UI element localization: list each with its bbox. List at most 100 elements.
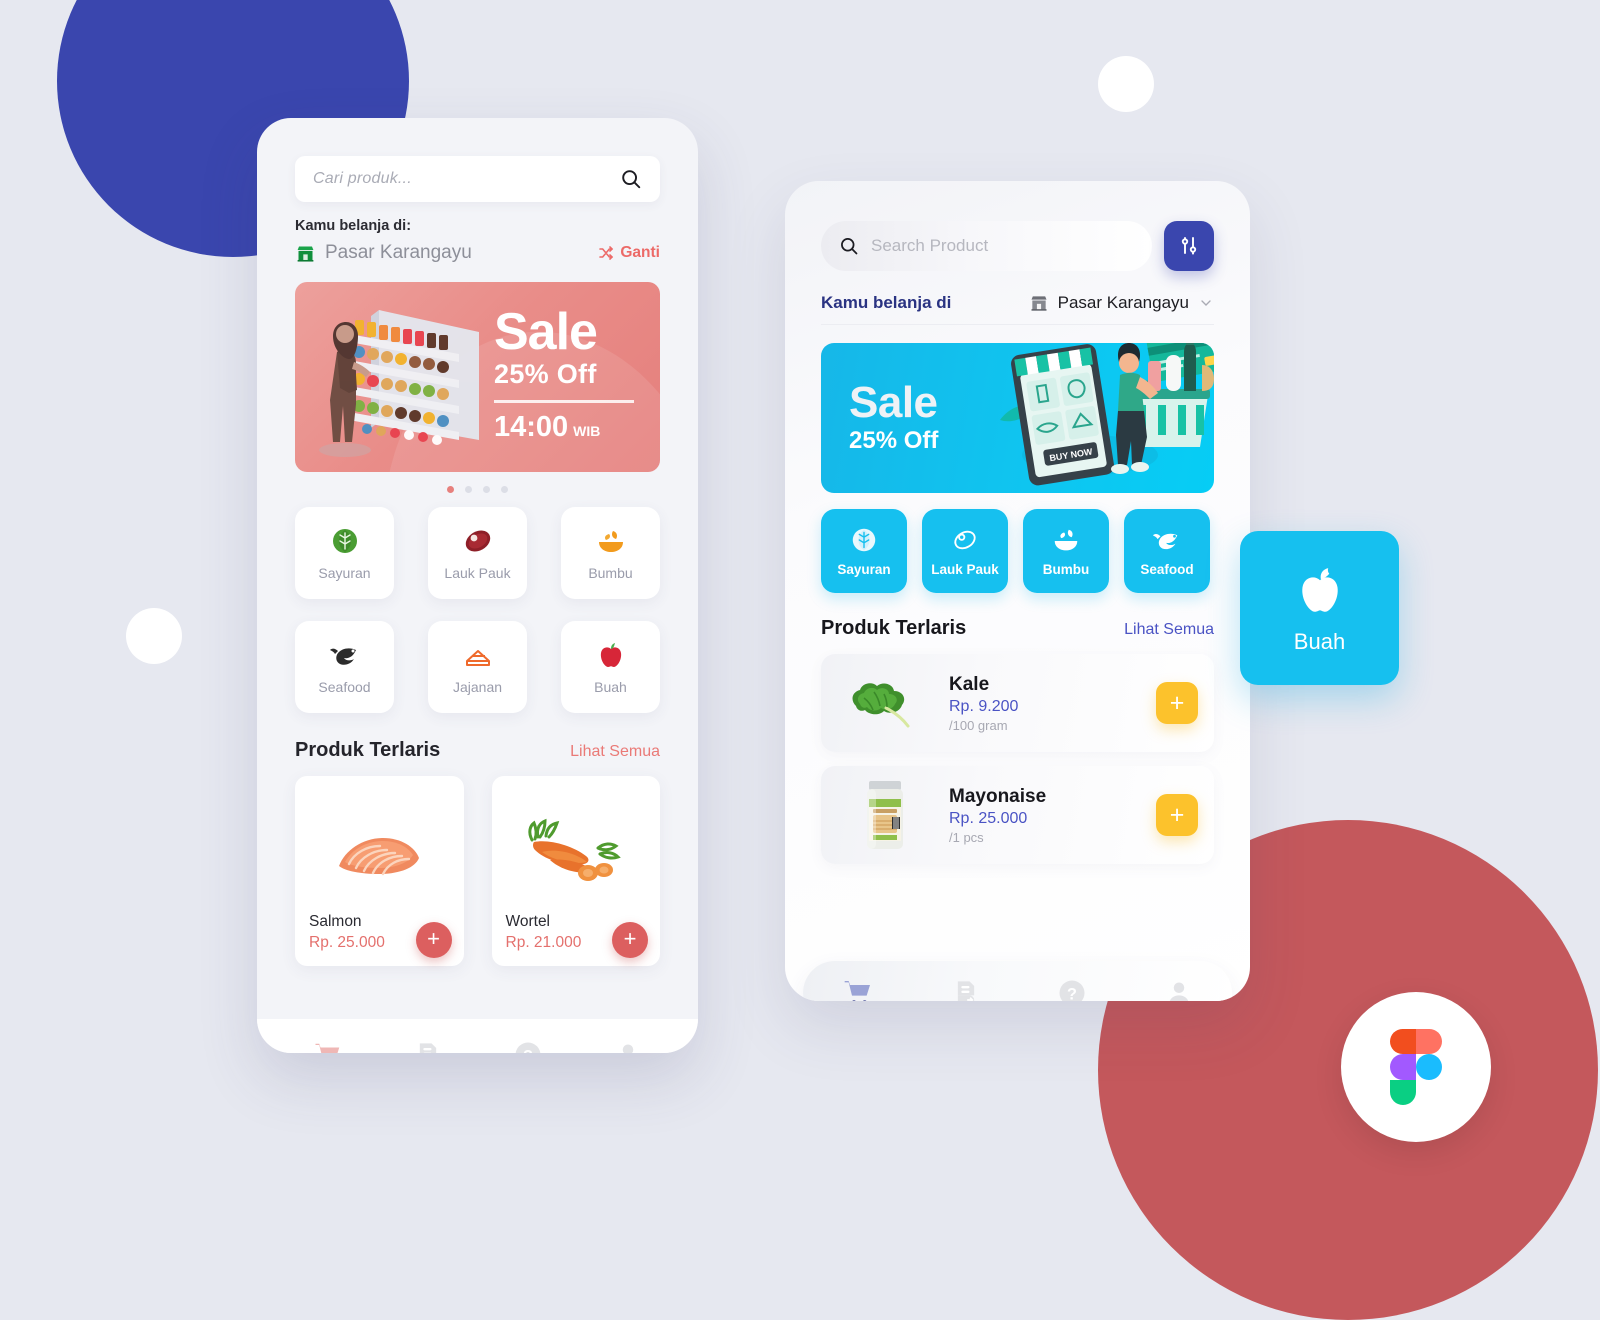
category-bumbu[interactable]: Bumbu xyxy=(1023,509,1109,593)
person-icon[interactable] xyxy=(1165,979,1193,1001)
left-screen: Cari produk... Kamu belanja di: Pasar Ka… xyxy=(257,156,698,1053)
product-row-mayonaise[interactable]: Mayonaise Rp. 25.000 /1 pcs + xyxy=(821,766,1214,864)
category-lauk-pauk[interactable]: Lauk Pauk xyxy=(922,509,1008,593)
product-card-wortel[interactable]: Wortel Rp. 21.000 + xyxy=(492,776,661,966)
category-grid: Sayuran Lauk Pauk Bumbu Seafood Jajanan xyxy=(295,507,660,713)
question-circle-icon[interactable]: ? xyxy=(513,1040,543,1053)
sliders-icon xyxy=(1177,234,1201,258)
add-to-cart-button[interactable]: + xyxy=(416,922,452,958)
figma-logo-icon xyxy=(1390,1029,1442,1105)
store-row: Pasar Karangayu Ganti xyxy=(295,242,660,264)
add-to-cart-button[interactable]: + xyxy=(1156,794,1198,836)
see-all-link[interactable]: Lihat Semua xyxy=(570,743,660,761)
change-store-label: Ganti xyxy=(620,244,660,262)
category-label: Buah xyxy=(594,679,627,695)
product-price: Rp. 9.200 xyxy=(949,698,1140,716)
product-name: Kale xyxy=(949,674,1140,696)
carousel-dot-2[interactable] xyxy=(465,486,472,493)
phone-mockup-right: Search Product Kamu belanja di Pasar Kar… xyxy=(785,181,1250,1001)
shuffle-icon xyxy=(598,245,614,261)
svg-text:?: ? xyxy=(523,1047,533,1053)
category-label: Sayuran xyxy=(318,565,370,581)
store-name: Pasar Karangayu xyxy=(325,242,598,264)
carousel-dot-4[interactable] xyxy=(501,486,508,493)
search-placeholder: Search Product xyxy=(871,236,988,256)
promo-banner-sale[interactable]: Sale 25% Off xyxy=(821,343,1214,493)
banner-title: Sale xyxy=(849,381,938,425)
category-sayuran[interactable]: Sayuran xyxy=(295,507,394,599)
category-seafood[interactable]: Seafood xyxy=(1124,509,1210,593)
salmon-photo xyxy=(309,790,450,913)
store-picker[interactable]: Pasar Karangayu xyxy=(1029,293,1214,313)
filter-button[interactable] xyxy=(1164,221,1214,271)
shopping-cart-icon[interactable] xyxy=(313,1040,343,1053)
category-jajanan[interactable]: Jajanan xyxy=(428,621,527,713)
carousel-dot-3[interactable] xyxy=(483,486,490,493)
banner-subtitle: 25% Off xyxy=(494,359,634,390)
kale-photo xyxy=(837,667,933,739)
phone-mockup-left: Cari produk... Kamu belanja di: Pasar Ka… xyxy=(257,118,698,1053)
banner-timezone: WIB xyxy=(573,423,600,439)
question-circle-icon[interactable]: ? xyxy=(1057,978,1087,1001)
store-icon xyxy=(1029,293,1049,313)
category-label: Lauk Pauk xyxy=(931,562,999,577)
lettuce-icon xyxy=(329,525,361,557)
floating-category-label: Buah xyxy=(1294,629,1345,655)
search-input[interactable]: Search Product xyxy=(821,221,1152,271)
apple-icon xyxy=(1292,561,1348,617)
category-bumbu[interactable]: Bumbu xyxy=(561,507,660,599)
carousel-dot-1[interactable] xyxy=(447,486,454,493)
category-label: Sayuran xyxy=(837,562,890,577)
see-all-link[interactable]: Lihat Semua xyxy=(1124,621,1214,639)
product-unit: /100 gram xyxy=(949,718,1140,733)
background-dot-top-right xyxy=(1098,56,1154,112)
mayonnaise-photo xyxy=(837,779,933,851)
category-label: Seafood xyxy=(1140,562,1193,577)
store-row: Kamu belanja di Pasar Karangayu xyxy=(821,293,1214,325)
section-title: Produk Terlaris xyxy=(821,617,966,640)
spice-bowl-icon xyxy=(595,525,627,557)
product-name: Mayonaise xyxy=(949,786,1140,808)
product-info: Kale Rp. 9.200 /100 gram xyxy=(949,674,1140,733)
product-card-salmon[interactable]: Salmon Rp. 25.000 + xyxy=(295,776,464,966)
category-lauk-pauk[interactable]: Lauk Pauk xyxy=(428,507,527,599)
banner-text-block: Sale 25% Off 14:00 WIB xyxy=(494,308,634,444)
shrimp-icon xyxy=(329,639,361,671)
product-unit: /1 pcs xyxy=(949,830,1140,845)
search-icon[interactable] xyxy=(620,168,642,190)
category-sayuran[interactable]: Sayuran xyxy=(821,509,907,593)
person-icon[interactable] xyxy=(614,1041,642,1053)
product-price: Rp. 25.000 xyxy=(949,810,1140,828)
category-seafood[interactable]: Seafood xyxy=(295,621,394,713)
category-label: Lauk Pauk xyxy=(444,565,510,581)
receipt-icon[interactable] xyxy=(952,979,980,1001)
store-name: Pasar Karangayu xyxy=(1058,293,1189,313)
store-icon xyxy=(295,243,316,264)
floating-category-buah[interactable]: Buah xyxy=(1240,531,1399,685)
background-dot-left xyxy=(126,608,182,664)
banner-subtitle: 25% Off xyxy=(849,427,938,455)
lettuce-icon xyxy=(849,525,879,555)
banner-divider xyxy=(494,400,634,403)
search-input[interactable]: Cari produk... xyxy=(295,156,660,202)
category-buah[interactable]: Buah xyxy=(561,621,660,713)
carousel-dots[interactable] xyxy=(295,486,660,493)
category-label: Bumbu xyxy=(588,565,632,581)
add-to-cart-button[interactable]: + xyxy=(1156,682,1198,724)
category-label: Bumbu xyxy=(1043,562,1090,577)
chevron-down-icon[interactable] xyxy=(1198,295,1214,311)
store-label: Kamu belanja di: xyxy=(295,218,660,234)
add-to-cart-button[interactable]: + xyxy=(612,922,648,958)
shrimp-icon xyxy=(1152,525,1182,555)
receipt-icon[interactable] xyxy=(414,1041,442,1053)
product-row: Salmon Rp. 25.000 + xyxy=(295,776,660,966)
category-label: Jajanan xyxy=(453,679,502,695)
steak-icon xyxy=(462,525,494,557)
product-row-kale[interactable]: Kale Rp. 9.200 /100 gram + xyxy=(821,654,1214,752)
shopping-cart-icon[interactable] xyxy=(842,977,874,1001)
change-store-button[interactable]: Ganti xyxy=(598,244,660,262)
spice-bowl-icon xyxy=(1051,525,1081,555)
search-icon xyxy=(839,236,859,256)
promo-banner-sale[interactable]: Sale 25% Off 14:00 WIB xyxy=(295,282,660,472)
svg-text:?: ? xyxy=(1067,985,1077,1001)
